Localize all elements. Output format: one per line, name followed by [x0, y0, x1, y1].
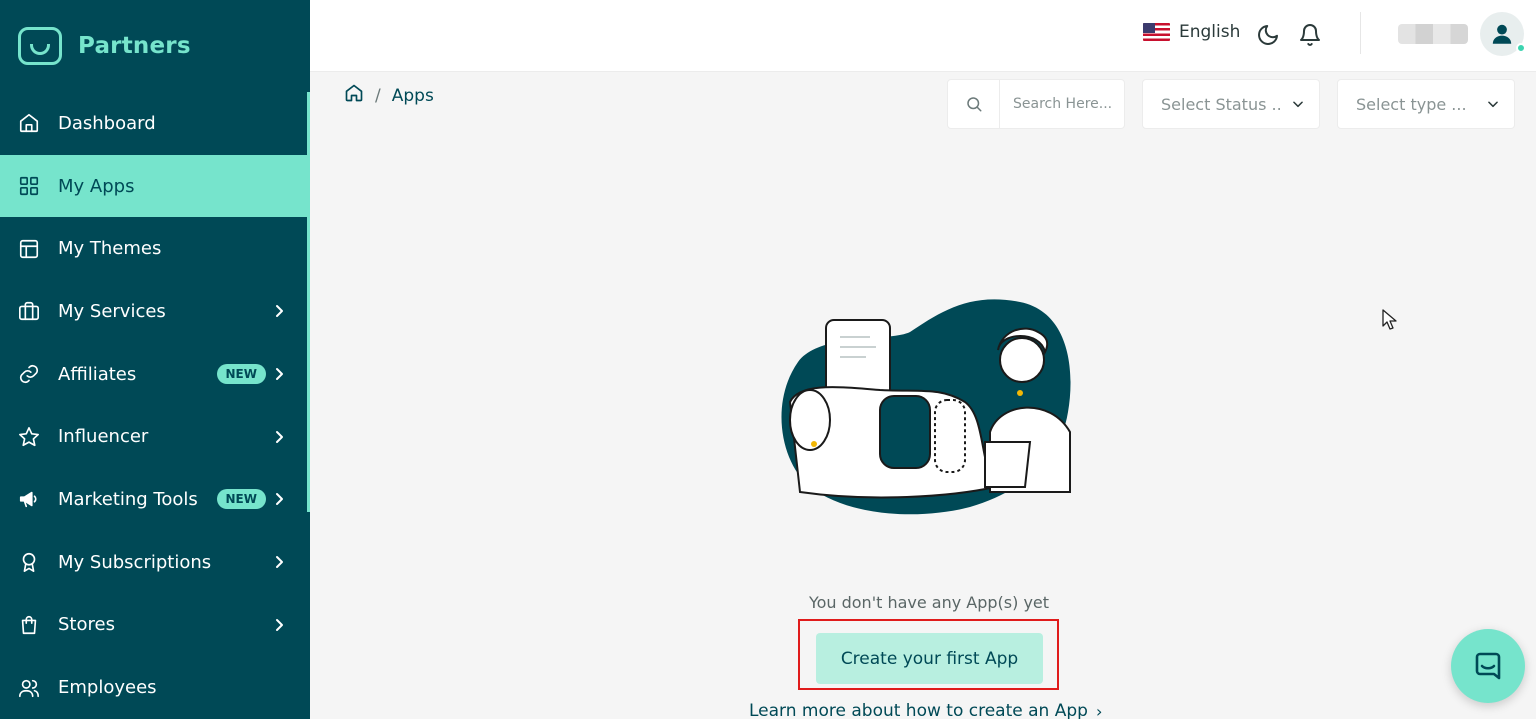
sidebar-item-dashboard[interactable]: Dashboard [0, 92, 310, 155]
sidebar-item-affiliates[interactable]: Affiliates NEW [0, 343, 310, 406]
sidebar-item-label: My Services [58, 300, 166, 322]
sidebar: Partners Dashboard My Apps My Themes My Ser… [0, 0, 310, 719]
sidebar-item-marketing-tools[interactable]: Marketing Tools NEW [0, 468, 310, 531]
sidebar-item-my-apps[interactable]: My Apps [0, 154, 310, 218]
chevron-right-icon [274, 367, 284, 381]
sidebar-item-label: My Apps [58, 175, 135, 197]
brand-logo[interactable]: Partners [0, 0, 310, 92]
empty-state-message: You don't have any App(s) yet [808, 593, 1050, 612]
learn-more-label: Learn more about how to create an App [749, 701, 1088, 719]
online-status-dot [1516, 43, 1526, 53]
link-icon [18, 363, 40, 385]
search-icon [966, 97, 981, 112]
shopping-bag-icon [18, 614, 40, 636]
sidebar-item-label: Influencer [58, 426, 149, 448]
chevron-down-icon [1293, 101, 1303, 108]
us-flag-icon [1143, 23, 1170, 41]
create-first-app-button[interactable]: Create your first App [816, 633, 1043, 684]
sidebar-item-label: Dashboard [58, 112, 156, 134]
chevron-right-icon [274, 492, 284, 506]
sidebar-item-label: Marketing Tools [58, 488, 198, 510]
home-icon [18, 112, 40, 134]
sidebar-item-label: Stores [58, 614, 115, 636]
top-header: English [310, 0, 1536, 72]
sidebar-item-employees[interactable]: Employees [0, 656, 310, 719]
sidebar-item-stores[interactable]: Stores [0, 594, 310, 657]
chevron-right-icon [274, 430, 284, 444]
home-icon[interactable] [344, 83, 364, 108]
sidebar-item-my-subscriptions[interactable]: My Subscriptions [0, 531, 310, 594]
user-name-redacted [1398, 24, 1468, 44]
sidebar-item-my-services[interactable]: My Services [0, 280, 310, 343]
empty-state-illustration [781, 299, 1071, 515]
layout-icon [18, 238, 40, 260]
status-select-placeholder: Select Status .. [1161, 94, 1282, 114]
type-select[interactable]: Select type ... [1337, 79, 1515, 129]
sidebar-nav: Dashboard My Apps My Themes My Services Affi… [0, 92, 310, 719]
brand-name: Partners [78, 33, 191, 59]
chevron-right-icon [274, 304, 284, 318]
sidebar-item-label: Affiliates [58, 363, 137, 385]
new-badge: NEW [216, 489, 266, 510]
status-select[interactable]: Select Status .. [1142, 79, 1320, 129]
moon-icon[interactable] [1255, 22, 1281, 48]
learn-more-link[interactable]: Learn more about how to create an App › [749, 701, 1102, 719]
sidebar-item-label: My Themes [58, 238, 162, 260]
users-icon [18, 677, 40, 699]
user-icon [1492, 24, 1512, 44]
logo-icon [18, 27, 62, 65]
chevron-down-icon [1488, 101, 1498, 108]
language-label: English [1179, 22, 1241, 42]
breadcrumb-current: Apps [391, 85, 434, 106]
breadcrumb: / Apps [344, 83, 434, 108]
avatar[interactable] [1480, 12, 1526, 56]
search-input[interactable] [1000, 80, 1124, 128]
megaphone-icon [18, 488, 40, 510]
sidebar-item-influencer[interactable]: Influencer [0, 405, 310, 468]
chevron-right-icon: › [1095, 701, 1103, 719]
sidebar-scrollbar[interactable] [307, 92, 310, 512]
chevron-right-icon [274, 555, 284, 569]
search-box [947, 79, 1125, 129]
sidebar-item-label: My Subscriptions [58, 551, 212, 573]
star-icon [18, 426, 40, 448]
search-button[interactable] [948, 80, 1000, 128]
briefcase-icon [18, 300, 40, 322]
type-select-placeholder: Select type ... [1356, 94, 1467, 114]
bell-icon[interactable] [1297, 22, 1323, 48]
chat-icon [1475, 652, 1501, 680]
mouse-cursor-icon [1382, 309, 1397, 330]
award-icon [18, 551, 40, 573]
chevron-right-icon [274, 618, 284, 632]
new-badge: NEW [216, 364, 266, 385]
header-divider [1360, 12, 1361, 54]
breadcrumb-separator: / [375, 85, 381, 106]
grid-icon [18, 175, 40, 197]
language-selector[interactable]: English [1143, 22, 1240, 42]
sidebar-item-my-themes[interactable]: My Themes [0, 217, 310, 280]
chat-button[interactable] [1451, 629, 1525, 703]
sidebar-item-label: Employees [58, 677, 157, 699]
